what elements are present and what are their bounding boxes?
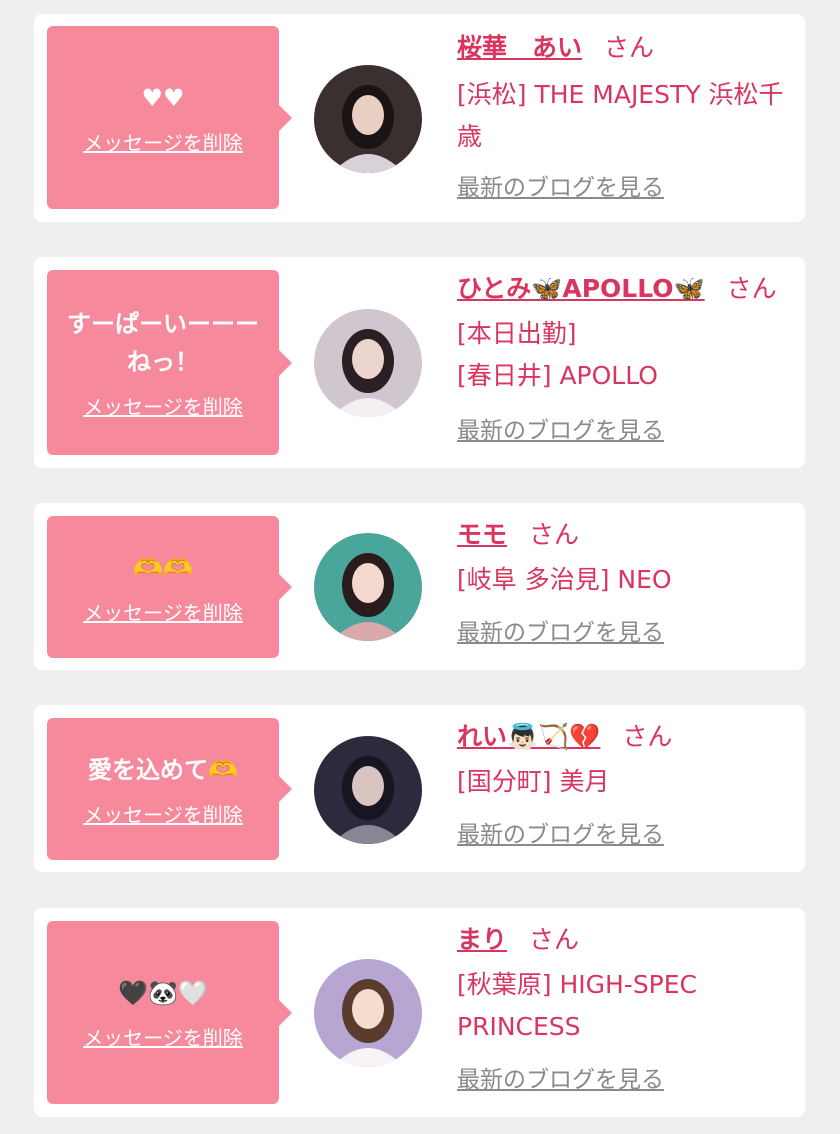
avatar-photo	[314, 533, 422, 641]
latest-blog-link[interactable]: 最新のブログを見る	[457, 815, 664, 849]
message-text: 愛を込めて🫶	[88, 755, 238, 784]
latest-blog-link[interactable]: 最新のブログを見る	[457, 1060, 664, 1094]
favorite-card: ♥♥ メッセージを削除 桜華 あい さん [浜松] THE MAJESTY 浜松千…	[34, 14, 805, 222]
favorite-card: すーぱーいーーー ねっ！ メッセージを削除 ひとみ🦋APOLLO🦋 さん [本日出…	[34, 257, 805, 468]
favorite-card: 🖤🐼🤍 メッセージを削除 まり さん [秋葉原] HIGH-SPEC PRINCE…	[34, 908, 805, 1117]
cast-name-link[interactable]: れい👼🏻🏹💔	[457, 722, 600, 751]
avatar[interactable]	[314, 959, 422, 1067]
favorites-list: ♥♥ メッセージを削除 桜華 あい さん [浜松] THE MAJESTY 浜松千…	[0, 0, 840, 1134]
cast-info: モモ さん [岐阜 多治見] NEO 最新のブログを見る	[457, 515, 795, 647]
favorite-card: 🫶🫶 メッセージを削除 モモ さん [岐阜 多治見] NEO 最新のブログを見る	[34, 503, 805, 670]
shop-name: [浜松] THE MAJESTY 浜松千歳	[457, 80, 784, 151]
cast-name-link[interactable]: 桜華 あい	[457, 33, 582, 62]
message-bubble: ♥♥ メッセージを削除	[47, 26, 292, 209]
shop-name: [国分町] 美月	[457, 767, 610, 796]
message-text: すーぱーいーーー ねっ！	[67, 310, 259, 376]
avatar[interactable]	[314, 533, 422, 641]
cast-info: 桜華 あい さん [浜松] THE MAJESTY 浜松千歳 最新のブログを見る	[457, 28, 795, 202]
cast-name-link[interactable]: ひとみ🦋APOLLO🦋	[457, 274, 705, 303]
cast-info: ひとみ🦋APOLLO🦋 さん [本日出勤] [春日井] APOLLO 最新のブログ…	[457, 269, 795, 445]
avatar-photo	[314, 65, 422, 173]
avatar[interactable]	[314, 309, 422, 417]
avatar[interactable]	[314, 65, 422, 173]
avatar-photo	[314, 959, 422, 1067]
message-bubble: 🫶🫶 メッセージを削除	[47, 516, 292, 658]
delete-message-link[interactable]: メッセージを削除	[83, 127, 243, 156]
message-text: 🖤🐼🤍	[118, 979, 208, 1007]
cast-name-link[interactable]: モモ	[457, 520, 507, 549]
latest-blog-link[interactable]: 最新のブログを見る	[457, 168, 664, 202]
delete-message-link[interactable]: メッセージを削除	[83, 597, 243, 626]
message-bubble: すーぱーいーーー ねっ！ メッセージを削除	[47, 270, 292, 455]
delete-message-link[interactable]: メッセージを削除	[83, 391, 243, 420]
message-text: 🫶🫶	[133, 553, 193, 582]
message-text: ♥♥	[141, 84, 185, 112]
shop-name: [本日出勤] [春日井] APOLLO	[457, 319, 658, 390]
honorific: さん	[529, 520, 580, 549]
honorific: さん	[529, 925, 580, 954]
latest-blog-link[interactable]: 最新のブログを見る	[457, 411, 664, 445]
shop-name: [岐阜 多治見] NEO	[457, 565, 672, 594]
message-bubble: 🖤🐼🤍 メッセージを削除	[47, 921, 292, 1104]
cast-name-link[interactable]: まり	[457, 925, 507, 954]
delete-message-link[interactable]: メッセージを削除	[83, 1022, 243, 1051]
cast-info: まり さん [秋葉原] HIGH-SPEC PRINCESS 最新のブログを見る	[457, 920, 795, 1094]
avatar-photo	[314, 736, 422, 844]
cast-info: れい👼🏻🏹💔 さん [国分町] 美月 最新のブログを見る	[457, 717, 795, 849]
avatar[interactable]	[314, 736, 422, 844]
message-bubble: 愛を込めて🫶 メッセージを削除	[47, 718, 292, 860]
honorific: さん	[604, 33, 655, 62]
avatar-photo	[314, 309, 422, 417]
honorific: さん	[622, 722, 673, 751]
favorite-card: 愛を込めて🫶 メッセージを削除 れい👼🏻🏹💔 さん [国分町] 美月 最新のブログ…	[34, 705, 805, 872]
honorific: さん	[726, 274, 777, 303]
delete-message-link[interactable]: メッセージを削除	[83, 799, 243, 828]
shop-name: [秋葉原] HIGH-SPEC PRINCESS	[457, 970, 698, 1041]
latest-blog-link[interactable]: 最新のブログを見る	[457, 613, 664, 647]
